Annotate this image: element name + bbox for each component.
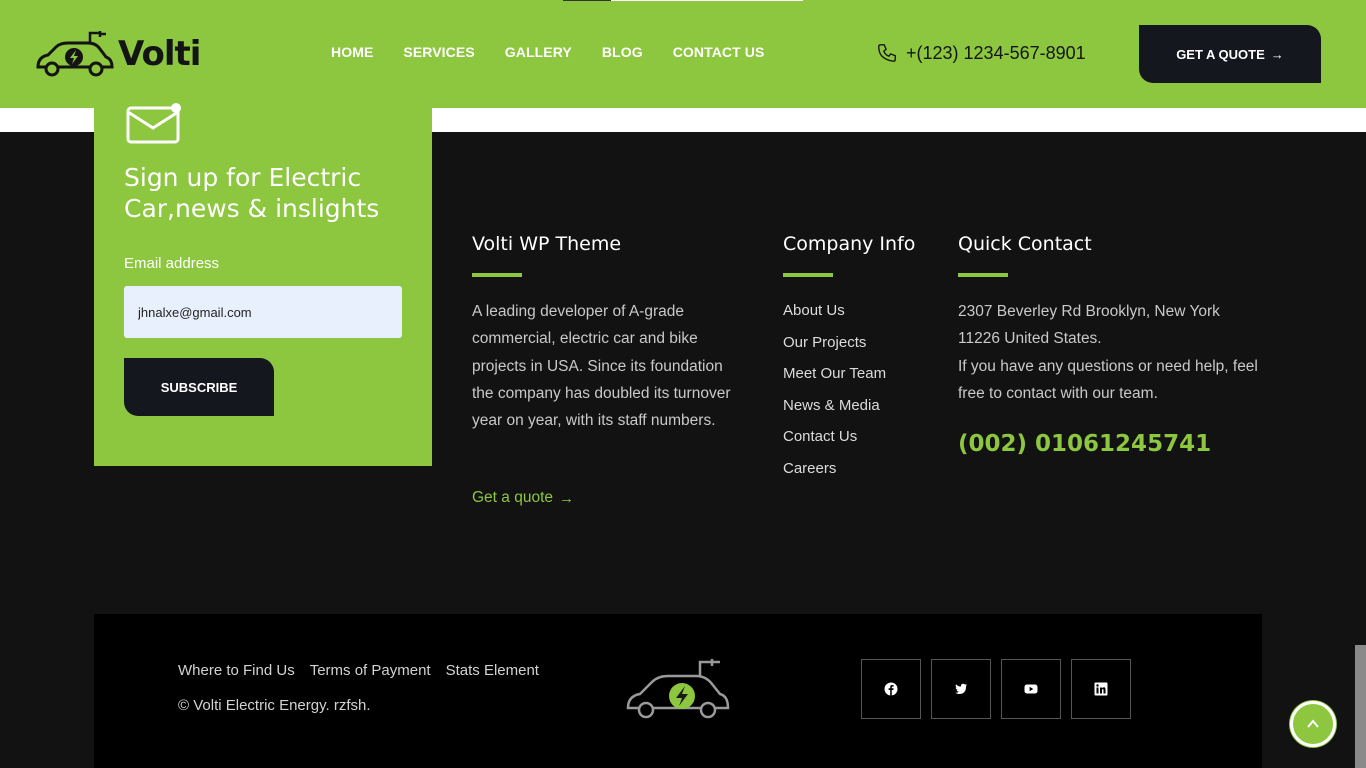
about-title: Volti WP Theme	[472, 233, 622, 255]
get-a-quote-link[interactable]: Get a quote →	[472, 489, 574, 507]
link-careers[interactable]: Careers	[783, 460, 886, 492]
phone-icon	[878, 44, 896, 62]
get-a-quote-link-label: Get a quote	[472, 489, 554, 506]
logo-text: Volti	[118, 34, 201, 74]
arrow-right-icon: →	[1270, 46, 1284, 62]
contact-address: 2307 Beverley Rd Brooklyn, New York 1122…	[958, 303, 1220, 348]
nav-services[interactable]: SERVICES	[403, 44, 474, 60]
subscribe-button[interactable]: SUBSCRIBE	[124, 358, 274, 416]
nav-contact-us[interactable]: CONTACT US	[673, 44, 765, 60]
nav-blog[interactable]: BLOG	[602, 44, 643, 60]
youtube-button[interactable]	[1001, 659, 1061, 719]
car-logo-icon	[36, 31, 114, 77]
arrow-right-icon: →	[559, 489, 575, 507]
site-logo[interactable]: Volti	[34, 28, 204, 80]
mail-icon	[126, 103, 181, 144]
facebook-icon	[884, 682, 898, 696]
quick-contact-underline	[958, 273, 1008, 277]
scroll-to-top-button[interactable]	[1290, 701, 1336, 747]
main-nav: HOME SERVICES GALLERY BLOG CONTACT US	[331, 44, 794, 60]
linkedin-button[interactable]	[1071, 659, 1131, 719]
top-indicator-progress	[563, 0, 611, 1]
link-where-to-find-us[interactable]: Where to Find Us	[178, 662, 295, 679]
footer-links: Where to Find Us Terms of Payment Stats …	[178, 662, 554, 679]
link-about-us[interactable]: About Us	[783, 302, 886, 334]
company-info-title: Company Info	[783, 233, 916, 255]
link-our-projects[interactable]: Our Projects	[783, 334, 886, 366]
link-meet-our-team[interactable]: Meet Our Team	[783, 365, 886, 397]
link-news-media[interactable]: News & Media	[783, 397, 886, 429]
youtube-icon	[1024, 684, 1038, 694]
footer-car-logo-icon	[626, 659, 730, 719]
email-field[interactable]	[124, 286, 402, 338]
about-title-underline	[472, 273, 522, 277]
twitter-icon	[955, 683, 967, 694]
nav-gallery[interactable]: GALLERY	[505, 44, 572, 60]
contact-phone[interactable]: (002) 01061245741	[958, 431, 1211, 457]
header-phone[interactable]: +(123) 1234-567-8901	[876, 42, 1086, 64]
facebook-button[interactable]	[861, 659, 921, 719]
link-contact-us[interactable]: Contact Us	[783, 428, 886, 460]
get-a-quote-button[interactable]: GET A QUOTE →	[1139, 25, 1321, 83]
get-a-quote-label: GET A QUOTE	[1176, 46, 1265, 62]
link-terms-of-payment[interactable]: Terms of Payment	[310, 662, 431, 679]
twitter-button[interactable]	[931, 659, 991, 719]
newsletter-signup-box: Sign up for Electric Car,news & inslight…	[94, 90, 432, 466]
company-info-underline	[783, 273, 833, 277]
footer-bottom-bar: Where to Find Us Terms of Payment Stats …	[94, 614, 1262, 768]
chevron-up-icon	[1307, 719, 1319, 728]
quick-contact-title: Quick Contact	[958, 233, 1092, 255]
contact-help-text: If you have any questions or need help, …	[958, 357, 1258, 402]
link-stats-element[interactable]: Stats Element	[446, 662, 539, 679]
contact-info: 2307 Beverley Rd Brooklyn, New York 1122…	[958, 298, 1258, 407]
linkedin-icon	[1094, 682, 1108, 696]
company-info-list: About Us Our Projects Meet Our Team News…	[783, 302, 886, 492]
signup-title: Sign up for Electric Car,news & inslight…	[124, 163, 380, 223]
page-scrollbar[interactable]	[1355, 645, 1366, 768]
email-label: Email address	[124, 255, 220, 272]
nav-home[interactable]: HOME	[331, 44, 373, 60]
copyright-text: © Volti Electric Energy. rzfsh.	[178, 697, 371, 714]
about-text: A leading developer of A-grade commercia…	[472, 303, 731, 430]
header-phone-number: +(123) 1234-567-8901	[906, 42, 1086, 63]
